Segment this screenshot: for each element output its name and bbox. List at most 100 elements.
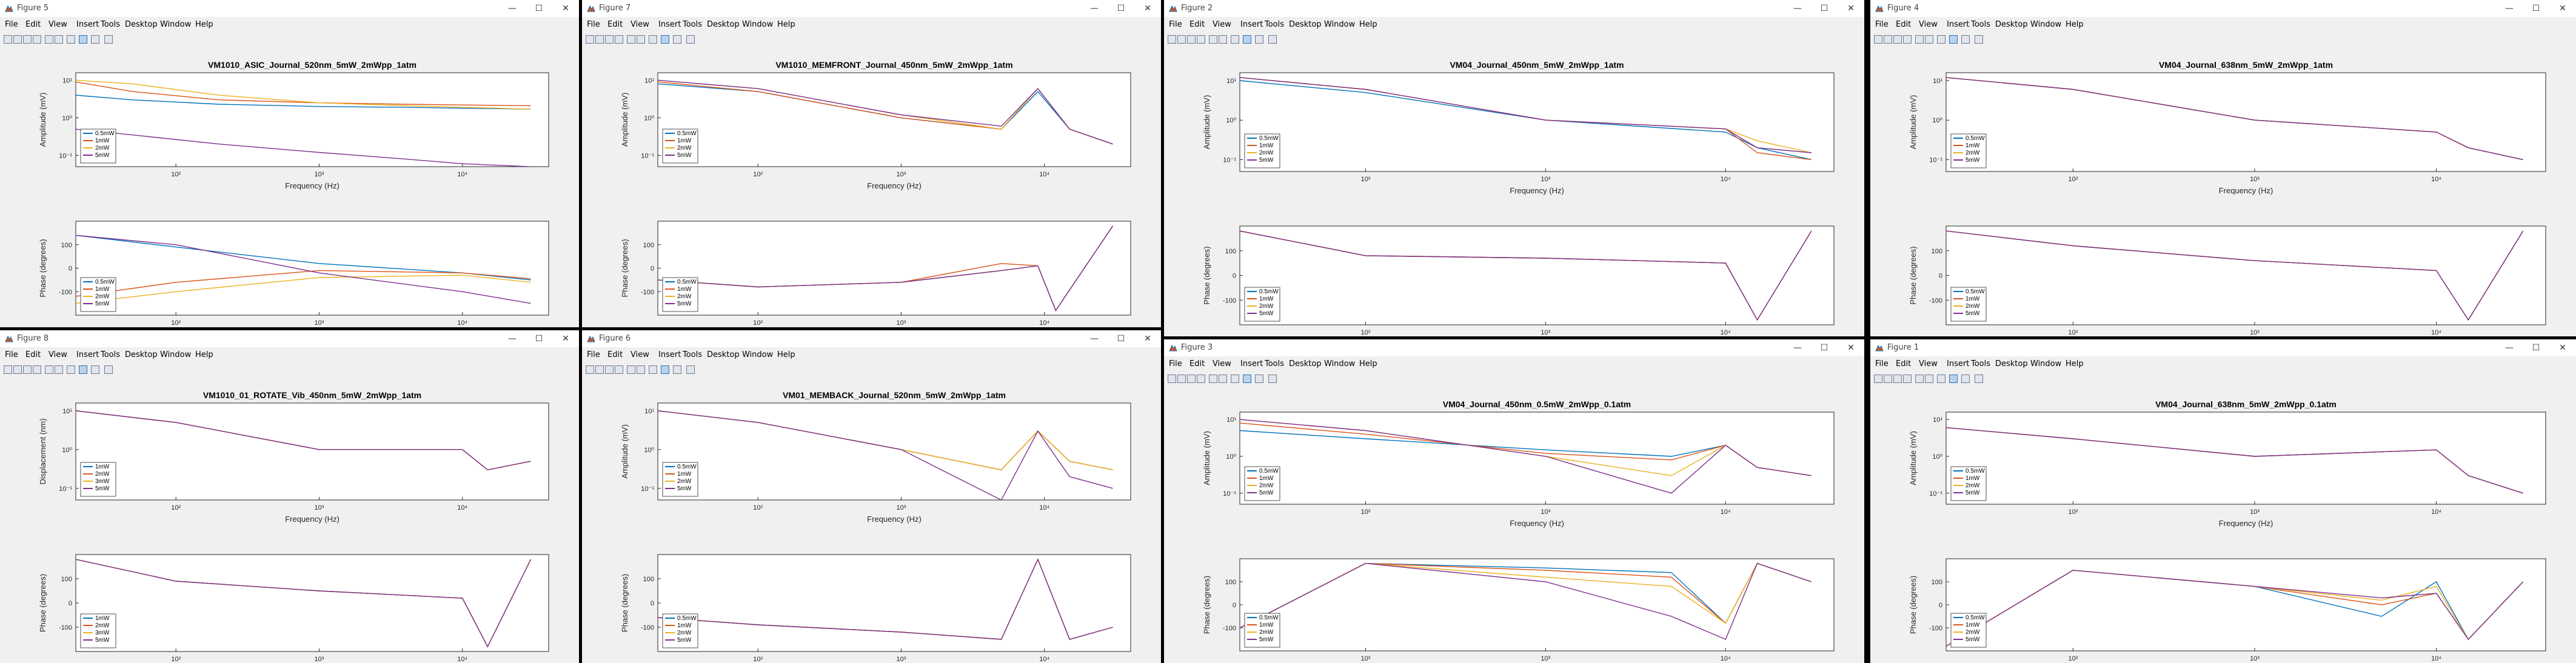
menu-edit[interactable]: Edit bbox=[1896, 359, 1911, 368]
menu-insert[interactable]: Insert bbox=[1240, 359, 1263, 368]
menu-help[interactable]: Help bbox=[1359, 359, 1377, 368]
menu-edit[interactable]: Edit bbox=[25, 20, 41, 29]
print-icon[interactable] bbox=[615, 35, 623, 44]
phase-axes[interactable] bbox=[657, 554, 1131, 652]
menu-window[interactable]: Window bbox=[160, 350, 191, 359]
menu-edit[interactable]: Edit bbox=[1189, 20, 1205, 29]
maximize-button[interactable]: ☐ bbox=[1811, 0, 1838, 17]
close-button[interactable]: ✕ bbox=[552, 0, 579, 17]
phase-axes[interactable] bbox=[1945, 558, 2546, 651]
dock-icon[interactable] bbox=[1219, 35, 1227, 44]
menu-tools[interactable]: Tools bbox=[101, 20, 120, 29]
menu-window[interactable]: Window bbox=[1324, 359, 1355, 368]
edit-plot-icon[interactable] bbox=[1268, 375, 1277, 383]
data-cursor-icon[interactable] bbox=[79, 365, 87, 374]
amplitude-axes[interactable] bbox=[1945, 411, 2546, 505]
property-editor-icon[interactable] bbox=[1937, 375, 1945, 383]
open-file-icon[interactable] bbox=[1884, 35, 1892, 44]
edit-plot-icon[interactable] bbox=[104, 35, 113, 44]
menu-desktop[interactable]: Desktop bbox=[1289, 20, 1322, 29]
amplitude-axes[interactable] bbox=[1945, 72, 2546, 172]
print-icon[interactable] bbox=[615, 365, 623, 374]
title-bar[interactable]: Figure 7 — ☐ ✕ bbox=[582, 0, 1161, 17]
menu-file[interactable]: File bbox=[1875, 359, 1889, 368]
property-editor-icon[interactable] bbox=[1231, 35, 1239, 44]
menu-edit[interactable]: Edit bbox=[1896, 20, 1911, 29]
open-file-icon[interactable] bbox=[13, 35, 22, 44]
open-file-icon[interactable] bbox=[13, 365, 22, 374]
menu-tools[interactable]: Tools bbox=[683, 350, 702, 359]
new-figure-icon[interactable] bbox=[1168, 35, 1176, 44]
maximize-button[interactable]: ☐ bbox=[1108, 330, 1134, 347]
menu-window[interactable]: Window bbox=[160, 20, 191, 29]
print-icon[interactable] bbox=[33, 365, 41, 374]
save-icon[interactable] bbox=[605, 35, 614, 44]
link-plot-icon[interactable] bbox=[1915, 375, 1924, 383]
menu-view[interactable]: View bbox=[631, 350, 649, 359]
menu-file[interactable]: File bbox=[5, 20, 18, 29]
amplitude-axes[interactable] bbox=[1239, 411, 1835, 505]
minimize-button[interactable]: — bbox=[2496, 339, 2523, 356]
minimize-button[interactable]: — bbox=[1081, 330, 1108, 347]
new-figure-icon[interactable] bbox=[4, 35, 12, 44]
title-bar[interactable]: Figure 8 — ☐ ✕ bbox=[0, 330, 579, 347]
save-icon[interactable] bbox=[23, 365, 32, 374]
open-file-icon[interactable] bbox=[1177, 35, 1186, 44]
property-editor-icon[interactable] bbox=[1231, 375, 1239, 383]
menu-file[interactable]: File bbox=[1875, 20, 1889, 29]
save-icon[interactable] bbox=[1893, 35, 1902, 44]
print-icon[interactable] bbox=[33, 35, 41, 44]
data-cursor-icon[interactable] bbox=[1243, 35, 1251, 44]
new-figure-icon[interactable] bbox=[586, 365, 594, 374]
phase-axes[interactable] bbox=[75, 221, 549, 316]
data-cursor-icon[interactable] bbox=[661, 35, 669, 44]
phase-axes[interactable] bbox=[1945, 225, 2546, 325]
maximize-button[interactable]: ☐ bbox=[2523, 339, 2549, 356]
title-bar[interactable]: Figure 1 — ☐ ✕ bbox=[1870, 339, 2576, 356]
menu-tools[interactable]: Tools bbox=[683, 20, 702, 29]
new-figure-icon[interactable] bbox=[4, 365, 12, 374]
link-plot-icon[interactable] bbox=[1209, 35, 1217, 44]
menu-tools[interactable]: Tools bbox=[101, 350, 120, 359]
menu-edit[interactable]: Edit bbox=[25, 350, 41, 359]
menu-insert[interactable]: Insert bbox=[658, 20, 681, 29]
save-icon[interactable] bbox=[1893, 375, 1902, 383]
print-icon[interactable] bbox=[1903, 35, 1912, 44]
brush-icon[interactable] bbox=[91, 365, 99, 374]
data-cursor-icon[interactable] bbox=[661, 365, 669, 374]
property-editor-icon[interactable] bbox=[649, 365, 657, 374]
minimize-button[interactable]: — bbox=[1081, 0, 1108, 17]
menu-insert[interactable]: Insert bbox=[1947, 359, 1969, 368]
menu-view[interactable]: View bbox=[49, 20, 67, 29]
menu-desktop[interactable]: Desktop bbox=[1995, 359, 2028, 368]
edit-plot-icon[interactable] bbox=[1268, 35, 1277, 44]
link-plot-icon[interactable] bbox=[627, 35, 635, 44]
menu-help[interactable]: Help bbox=[1359, 20, 1377, 29]
legend[interactable]: 0.5mW1mW2mW5mW bbox=[80, 277, 116, 312]
menu-help[interactable]: Help bbox=[2066, 359, 2084, 368]
menu-edit[interactable]: Edit bbox=[607, 20, 623, 29]
close-button[interactable]: ✕ bbox=[2549, 339, 2576, 356]
menu-insert[interactable]: Insert bbox=[658, 350, 681, 359]
menu-insert[interactable]: Insert bbox=[76, 350, 99, 359]
brush-icon[interactable] bbox=[673, 35, 681, 44]
property-editor-icon[interactable] bbox=[67, 35, 75, 44]
menu-help[interactable]: Help bbox=[195, 350, 213, 359]
data-cursor-icon[interactable] bbox=[1243, 375, 1251, 383]
menu-tools[interactable]: Tools bbox=[1971, 359, 1990, 368]
open-file-icon[interactable] bbox=[595, 35, 604, 44]
legend[interactable]: 0.5mW1mW2mW5mW bbox=[1244, 613, 1280, 648]
property-editor-icon[interactable] bbox=[67, 365, 75, 374]
menu-desktop[interactable]: Desktop bbox=[1289, 359, 1322, 368]
menu-file[interactable]: File bbox=[587, 350, 600, 359]
dock-icon[interactable] bbox=[1925, 375, 1933, 383]
maximize-button[interactable]: ☐ bbox=[2523, 0, 2549, 17]
close-button[interactable]: ✕ bbox=[1134, 0, 1161, 17]
menu-view[interactable]: View bbox=[631, 20, 649, 29]
dock-icon[interactable] bbox=[1925, 35, 1933, 44]
minimize-button[interactable]: — bbox=[1784, 339, 1811, 356]
title-bar[interactable]: Figure 2 — ☐ ✕ bbox=[1164, 0, 1864, 17]
menu-edit[interactable]: Edit bbox=[607, 350, 623, 359]
menu-window[interactable]: Window bbox=[2030, 20, 2061, 29]
legend[interactable]: 0.5mW1mW2mW5mW bbox=[1950, 613, 1987, 648]
